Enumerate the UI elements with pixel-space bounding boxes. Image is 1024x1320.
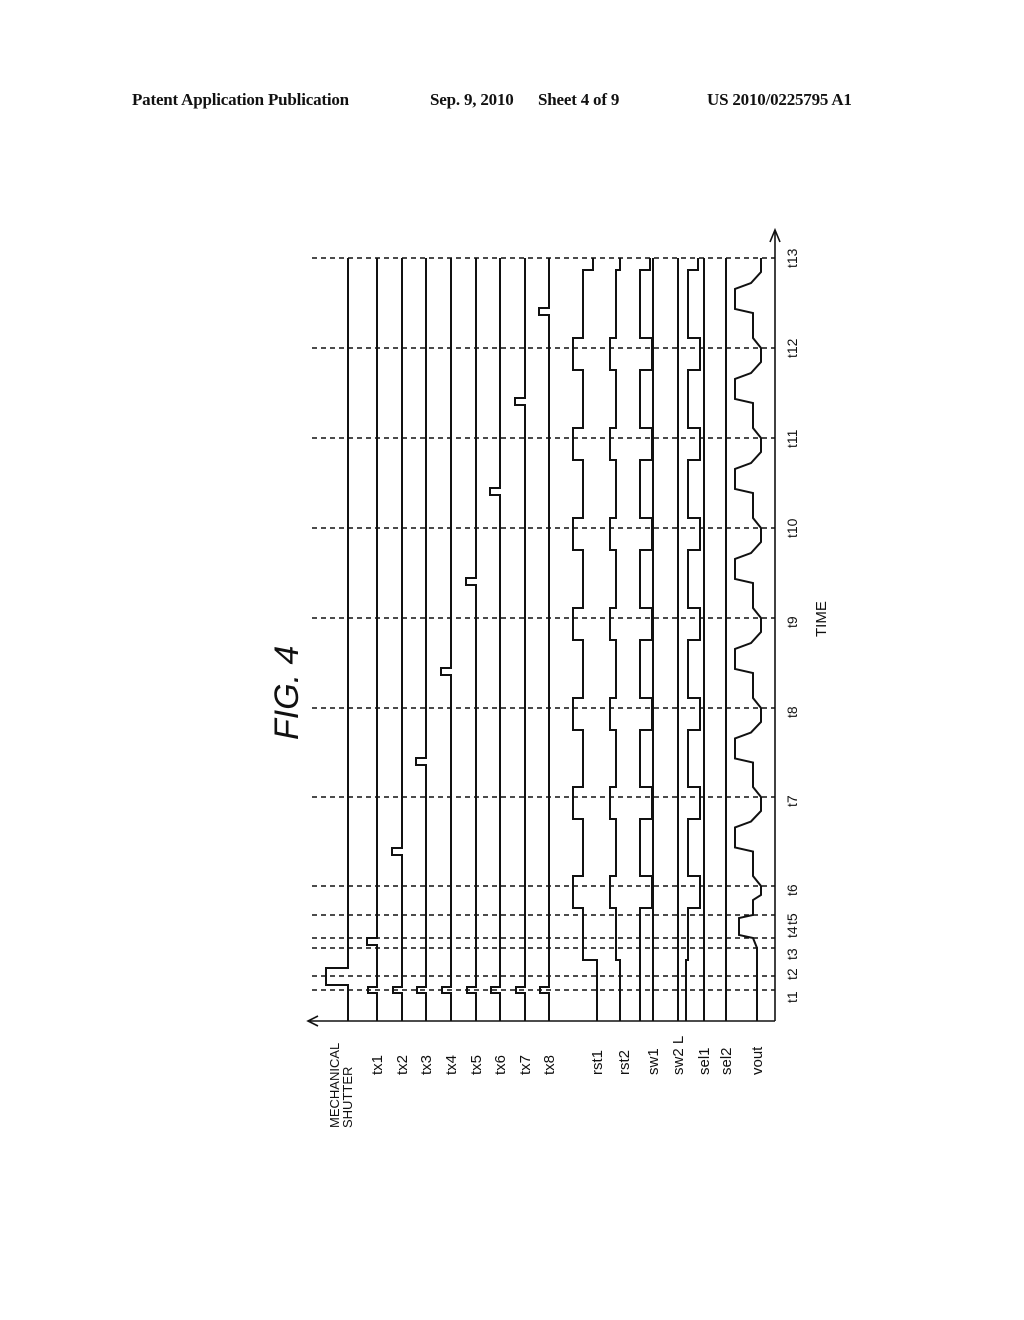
signal-label-tx6: tx6 [492, 1055, 509, 1075]
signal-label-tx8: tx8 [541, 1055, 558, 1075]
time-tick-t9: t9 [784, 616, 800, 628]
waveform-tx1 [366, 258, 378, 1021]
waveform-tx6 [489, 258, 501, 1021]
waveform-rst1 [572, 258, 598, 1021]
waveform-rst2-left [609, 258, 621, 1021]
waveform-mechanical-shutter [325, 258, 349, 1021]
time-tick-t4: t4 [784, 926, 800, 938]
waveform-vout [734, 258, 762, 1021]
signal-label-sel1: sel1 [696, 1047, 713, 1075]
signal-label-tx7: tx7 [517, 1055, 534, 1075]
waveform-tx7 [514, 258, 526, 1021]
waveform-sel1 [685, 258, 701, 1021]
signal-labels: MECHANICALSHUTTERtx1 tx2 tx3 tx4 tx5 tx6 tx7 tx… [327, 1036, 766, 1128]
time-tick-t13: t13 [784, 248, 800, 268]
time-tick-t3: t3 [784, 948, 800, 960]
time-tick-t12: t12 [784, 338, 800, 358]
time-tick-t1: t1 [784, 991, 800, 1003]
signal-label-vout: vout [749, 1046, 766, 1075]
signal-label-tx5: tx5 [468, 1055, 485, 1075]
signal-label-mechanical-shutter: SHUTTER [340, 1067, 355, 1128]
signal-label-sw2-L: sw2 L [670, 1036, 687, 1075]
signal-label-sel2: sel2 [718, 1047, 735, 1075]
waveform-rst2-right [639, 258, 653, 1021]
time-tick-labels: t1 t2 t3 t4t5 t6 t7 t8 t9 t10 t11 t12 t13 [784, 248, 800, 1003]
signal-label-tx2: tx2 [394, 1055, 411, 1075]
signal-label-rst2: rst2 [616, 1050, 633, 1075]
waveform-tx5 [465, 258, 477, 1021]
waveform-tx4 [440, 258, 452, 1021]
time-tick-t5: t5 [784, 913, 800, 925]
time-tick-t11: t11 [784, 429, 800, 448]
waveform-tx2 [391, 258, 403, 1021]
time-tick-t2: t2 [784, 968, 800, 980]
waveform-tx3 [415, 258, 427, 1021]
signal-label-tx3: tx3 [418, 1055, 435, 1075]
waveform-tx8 [538, 258, 550, 1021]
time-tick-t10: t10 [784, 518, 800, 538]
figure-title: FIG. 4 [268, 646, 306, 740]
signal-label-rst1: rst1 [589, 1050, 606, 1075]
figure-title-group: FIG. 4 [268, 646, 306, 740]
axes [306, 227, 781, 1027]
signal-label-tx4: tx4 [443, 1055, 460, 1075]
timing-diagram: FIG. 4 t1 t2 t3 t4t5 t6 t7 t8 t9 t10 t11 t12 t13 TI… [268, 227, 830, 1128]
time-tick-t7: t7 [784, 795, 800, 807]
time-tick-t8: t8 [784, 706, 800, 718]
signal-label-sw1: sw1 [645, 1048, 662, 1075]
signal-waveforms [325, 258, 762, 1021]
time-axis-label: TIME [813, 601, 830, 637]
time-tick-t6: t6 [784, 884, 800, 896]
signal-label-tx1: tx1 [369, 1055, 386, 1075]
time-marker-lines [312, 257, 775, 991]
